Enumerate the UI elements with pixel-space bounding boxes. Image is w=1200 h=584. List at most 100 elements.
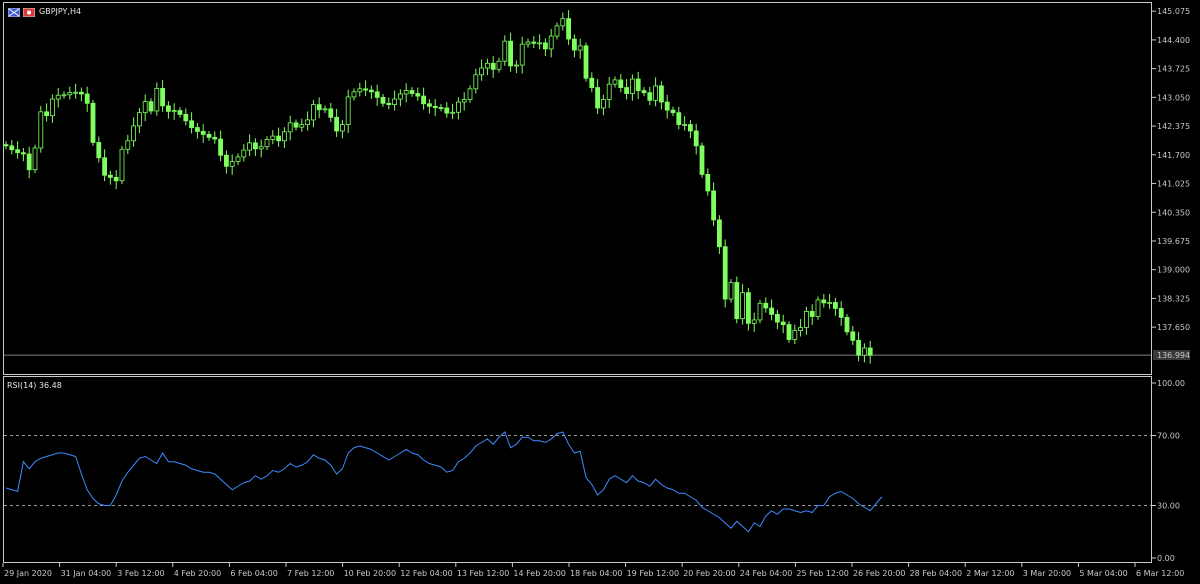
candle-bear — [194, 127, 200, 132]
candle-bear — [444, 107, 450, 114]
time-axis-label: 3 Mar 20:00 — [1023, 569, 1071, 578]
price-axis-label: 145.075 — [1157, 7, 1190, 16]
candle-bear — [699, 145, 705, 175]
candle-bull — [142, 101, 148, 114]
candle-bear — [543, 42, 548, 50]
candle-bull — [601, 99, 606, 109]
candle-bear — [763, 302, 769, 309]
candle-bear — [90, 102, 96, 143]
candle-bear — [44, 111, 49, 117]
time-axis-label: 12 Feb 04:00 — [400, 569, 452, 578]
candle-bull — [131, 125, 137, 142]
candle-bear — [688, 124, 693, 132]
candle-bull — [73, 91, 78, 94]
candle-bear — [218, 138, 224, 156]
price-axis-label: 143.050 — [1157, 93, 1190, 102]
candle-bull — [496, 60, 502, 70]
candle-bear — [635, 78, 641, 91]
time-axis-label: 25 Feb 12:00 — [796, 569, 848, 578]
candle-bull — [299, 124, 305, 128]
candle-bear — [212, 136, 218, 140]
candle-bull — [751, 319, 757, 324]
candle-bear — [856, 339, 861, 356]
candle-bear — [386, 102, 392, 105]
time-axis-label: 6 Mar 12:00 — [1136, 569, 1184, 578]
price-axis-label: 139.000 — [1157, 266, 1190, 275]
candle-bull — [728, 282, 734, 300]
candle-bull — [270, 135, 276, 140]
candle-bull — [264, 139, 270, 148]
candle-bull — [136, 112, 142, 127]
candle-bear — [160, 88, 166, 107]
candle-bear — [223, 154, 229, 167]
candle-bull — [560, 18, 566, 27]
candle-bear — [867, 347, 873, 356]
time-axis-label: 6 Feb 04:00 — [230, 569, 277, 578]
chart-canvas: 145.075 144.400 143.725 143.050 142.375 141.7… — [2, 7, 1190, 578]
candle-bear — [717, 219, 722, 248]
candle-bear — [722, 246, 728, 300]
candle-bear — [177, 110, 183, 115]
candle-bull — [757, 302, 763, 321]
candle-bear — [108, 174, 113, 178]
candle-bull — [247, 142, 253, 151]
candle-bull — [171, 110, 177, 112]
candle-bull — [357, 88, 363, 93]
candle-bear — [276, 135, 282, 142]
candle-bear — [148, 101, 154, 112]
candle-bull — [258, 146, 264, 150]
time-axis-label: 5 Mar 04:00 — [1079, 569, 1127, 578]
candle-bear — [746, 292, 751, 324]
candle-bear — [9, 145, 15, 151]
candle-bear — [415, 93, 421, 97]
candle-bear — [432, 105, 438, 108]
candle-bull — [577, 45, 583, 51]
candle-bull — [815, 299, 821, 317]
time-axis-label: 14 Feb 20:00 — [513, 569, 565, 578]
price-axis-label: 139.675 — [1157, 237, 1190, 246]
candle-bull — [310, 104, 316, 121]
time-axis-label: 2 Mar 12:00 — [966, 569, 1014, 578]
candle-bull — [554, 25, 560, 37]
candle-bull — [455, 101, 461, 113]
time-axis-label: 13 Feb 12:00 — [457, 569, 509, 578]
time-axis-label: 31 Jan 04:00 — [61, 569, 112, 578]
rsi-axis-label: 100.00 — [1157, 379, 1185, 388]
time-axis-label: 19 Feb 12:00 — [627, 569, 679, 578]
candle-bull — [154, 88, 160, 112]
candle-bull — [682, 124, 687, 126]
candle-bull — [606, 83, 612, 100]
candle-bull — [235, 156, 241, 163]
candle-bull — [50, 98, 55, 117]
candle-bull — [351, 91, 357, 98]
candle-bear — [15, 149, 21, 154]
candle-bear — [705, 173, 711, 192]
candle-bear — [293, 122, 299, 128]
candle-bear — [328, 108, 334, 118]
candle-bear — [659, 85, 664, 103]
candle-bear — [780, 321, 786, 325]
candle-bear — [374, 91, 380, 98]
candle-bear — [786, 324, 792, 340]
candle-bull — [38, 111, 44, 149]
candle-bull — [392, 98, 398, 105]
candle-bear — [589, 77, 595, 88]
candle-bear — [490, 62, 496, 70]
candle-bear — [102, 157, 107, 176]
candle-bull — [798, 327, 803, 331]
candle-bull — [450, 111, 456, 114]
time-axis-label: 18 Feb 04:00 — [570, 569, 622, 578]
candle-bull — [281, 131, 287, 142]
candle-bear — [426, 103, 432, 107]
chart-window[interactable]: GBPJPY,H4 RSI(14) 36.48 145.075 144.400 14… — [0, 0, 1200, 584]
candle-bear — [113, 176, 119, 182]
candle-bear — [20, 152, 26, 155]
time-axis-label: 26 Feb 20:00 — [853, 569, 905, 578]
candle-bull — [322, 108, 328, 111]
candle-bear — [647, 92, 653, 101]
time-axis-label: 24 Feb 04:00 — [740, 569, 792, 578]
time-axis-label: 29 Jan 2020 — [4, 569, 52, 578]
candle-bear — [566, 18, 571, 40]
price-axis-label: 136.994 — [1157, 351, 1190, 360]
candle-bear — [844, 316, 850, 333]
